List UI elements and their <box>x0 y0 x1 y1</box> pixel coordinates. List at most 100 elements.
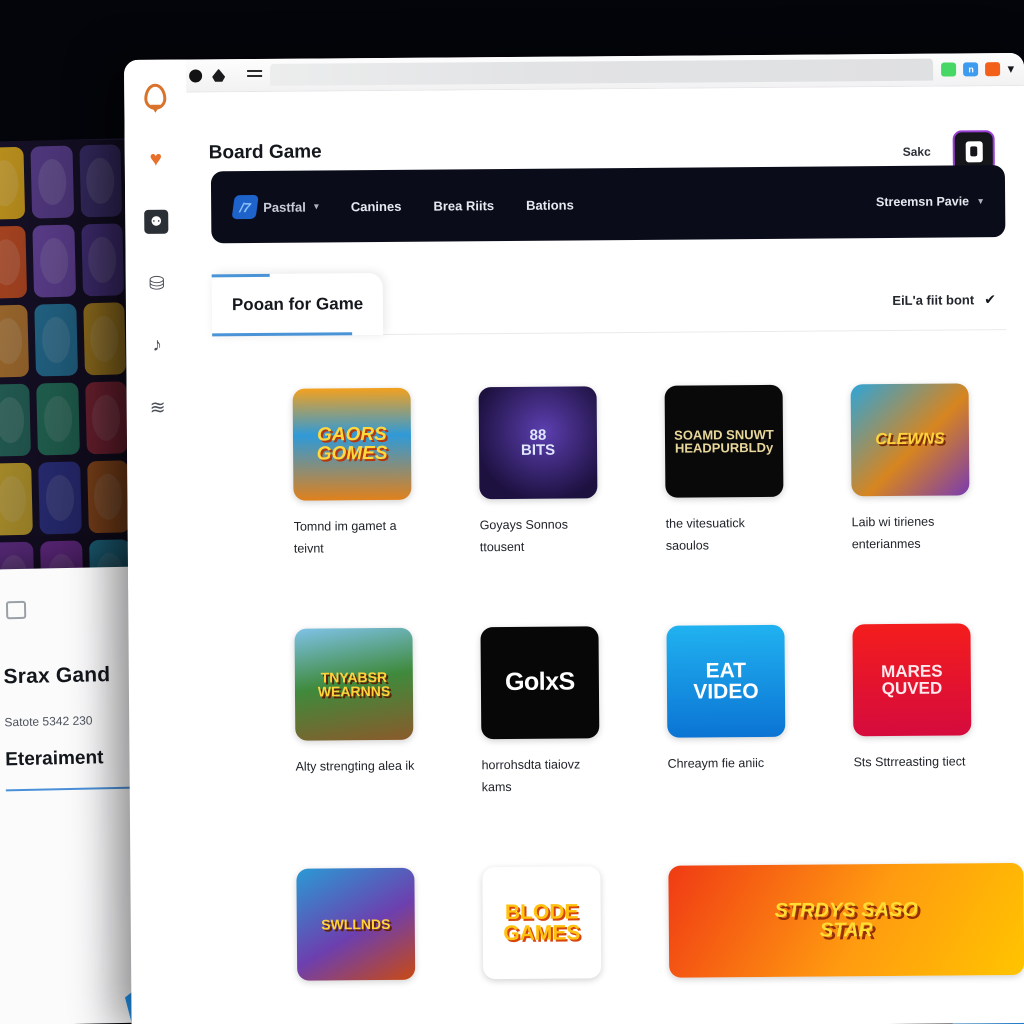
thumbnail-label: CLEWNS <box>875 430 945 449</box>
tab-active-underline <box>212 332 353 337</box>
green-square-icon[interactable] <box>941 62 957 77</box>
game-thumbnail[interactable]: TNYABSR WEARNNS <box>294 627 414 741</box>
game-card[interactable]: MARES QUVED Sts Sttrreasting tiect <box>852 623 999 796</box>
background-game-tile <box>0 462 34 536</box>
navbar-brand[interactable]: /7 Pastfal ▾ <box>231 194 319 220</box>
background-game-tile <box>38 461 82 535</box>
game-card-grid: GAORS GOMES Tomnd im gamet a teivnt 88 BIT… <box>292 383 1024 981</box>
nav-streaming-label: Streemsn Pavie <box>875 194 970 210</box>
thumbnail-label: SWLLNDS <box>321 915 391 932</box>
background-game-tile <box>30 145 74 219</box>
hamburger-icon[interactable] <box>247 69 263 81</box>
game-card-caption: the vitesuatick saoulos <box>665 516 745 553</box>
game-thumbnail[interactable]: MARES QUVED <box>852 623 972 737</box>
location-pin-logo <box>144 83 167 110</box>
game-thumbnail[interactable]: SOAMD SNUWT HEADPURBLDy <box>664 384 784 498</box>
blue-avatar-icon[interactable]: n <box>963 62 979 77</box>
sidebar-item-library[interactable]: ⛁ <box>145 272 169 296</box>
sidebar-item-favorites[interactable]: ♥ <box>144 148 168 172</box>
game-card-caption: Tomnd im gamet a teivnt <box>293 518 397 556</box>
game-card[interactable]: TNYABSR WEARNNS Alty strengting alea ik <box>294 627 441 800</box>
orange-square-icon[interactable] <box>985 62 1001 77</box>
game-card-caption: horrohsdta tiaiovz kams <box>481 757 581 794</box>
background-game-tile <box>36 382 80 456</box>
game-thumbnail[interactable]: 88 BITS <box>478 386 598 500</box>
background-game-tile <box>79 144 123 218</box>
sidebar-item-music[interactable]: ♪ <box>145 334 169 358</box>
game-card[interactable]: EAT VIDEO Chreaym fie aniic <box>666 624 813 797</box>
game-card-caption: Goyays Sonnos ttousent <box>479 517 568 555</box>
background-game-tile <box>82 302 126 376</box>
background-game-tile <box>0 225 28 299</box>
tab-accent-line <box>211 273 270 278</box>
game-card[interactable]: GAORS GOMES Tomnd im gamet a teivnt <box>292 387 440 561</box>
browser-tab-strip[interactable] <box>270 58 934 86</box>
brand-logo: /7 <box>231 194 259 220</box>
navbar-right[interactable]: Streemsn Pavie ▾ <box>876 194 983 209</box>
game-card-caption: Chreaym fie aniic <box>667 755 765 771</box>
tab-pooan-for-game[interactable]: Pooan for Game <box>211 272 384 337</box>
chevron-down-icon[interactable]: ▾ <box>1008 61 1015 77</box>
thumbnail-label: STRDYS SASO STAR <box>774 898 918 942</box>
background-game-tile <box>34 303 78 377</box>
image-placeholder-icon <box>5 600 27 620</box>
game-thumbnail[interactable]: EAT VIDEO <box>666 624 786 738</box>
content-area: GAORS GOMES Tomnd im gamet a teivnt 88 BIT… <box>212 349 1024 1024</box>
background-game-tile <box>0 146 26 220</box>
game-thumbnail[interactable]: GolxS <box>480 626 600 739</box>
game-card[interactable]: 88 BITS Goyays Sonnos ttousent <box>478 386 626 559</box>
thumbnail-label: GolxS <box>504 667 575 697</box>
tab-action-label: EiL'a fiit bont <box>892 291 975 308</box>
game-card-caption: Alty strengting alea ik <box>295 758 415 774</box>
chevron-down-icon: ▾ <box>313 200 319 213</box>
nav-item-canines[interactable]: Canines <box>351 198 402 213</box>
game-thumbnail[interactable]: GAORS GOMES <box>292 387 412 501</box>
game-card[interactable]: STRDYS SASO STAR <box>668 862 1024 978</box>
check-mark-icon: ✔ <box>984 290 996 307</box>
background-game-grid <box>0 138 138 612</box>
background-game-tile <box>32 224 76 298</box>
game-card[interactable]: SWLLNDS <box>296 867 443 981</box>
background-game-tile <box>0 383 32 457</box>
thumbnail-label: MARES QUVED <box>881 661 943 698</box>
game-thumbnail[interactable]: SWLLNDS <box>296 867 416 981</box>
game-thumbnail[interactable]: CLEWNS <box>850 383 970 497</box>
game-card[interactable]: BLODE GAMES <box>482 865 629 979</box>
tab-row-actions[interactable]: EiL'a fiit bont ✔ <box>892 291 1006 309</box>
browser-window: n ▾ ♥ ⚉ ⛁ ♪ ≋ Board Game Sakc /7 Pastfal… <box>124 52 1024 1024</box>
screenshot-root: Srax Gand Satote 5342 230 Eteraiment ST … <box>0 0 1024 1024</box>
account-link[interactable]: Sakc <box>903 145 931 159</box>
nav-item-brea-riits[interactable]: Brea Riits <box>433 198 494 213</box>
thumbnail-label: EAT VIDEO <box>693 658 759 704</box>
background-game-tile <box>86 460 130 534</box>
sidebar-item-dashboard[interactable]: ⚉ <box>144 209 169 234</box>
game-card[interactable]: SOAMD SNUWT HEADPURBLDy the vitesuatick s… <box>664 384 812 558</box>
thumbnail-label: BLODE GAMES <box>503 899 581 945</box>
main-navbar: /7 Pastfal ▾ Canines Brea Riits Bations … <box>210 165 1006 244</box>
thumbnail-label: TNYABSR WEARNNS <box>317 668 391 700</box>
background-game-tile <box>0 304 30 378</box>
drop-icon <box>212 69 225 82</box>
chevron-down-icon: ▾ <box>978 195 984 207</box>
game-card[interactable]: GolxS horrohsdta tiaiovz kams <box>480 626 627 799</box>
thumbnail-label: SOAMD SNUWT HEADPURBLDy <box>674 426 774 456</box>
game-card-caption: Laib wi tirienes enterianmes <box>851 514 935 552</box>
window-dot-3[interactable] <box>189 68 203 82</box>
sidebar-item-collection[interactable]: ≋ <box>146 396 170 420</box>
titlebar-right-icons: n ▾ <box>941 61 1015 78</box>
page-title: Board Game <box>208 141 322 164</box>
game-thumbnail[interactable]: BLODE GAMES <box>482 865 602 979</box>
game-thumbnail[interactable]: STRDYS SASO STAR <box>668 862 1024 978</box>
thumbnail-label: 88 BITS <box>520 426 556 459</box>
lock-icon <box>965 140 983 162</box>
thumbnail-label: GAORS GOMES <box>316 423 388 465</box>
game-card[interactable]: CLEWNS Laib wi tirienes enterianmes <box>850 383 998 556</box>
tab-row: Pooan for Game EiL'a fiit bont ✔ <box>211 268 1006 337</box>
tab-label: Pooan for Game <box>231 294 364 315</box>
sidebar-rail: ♥ ⚉ ⛁ ♪ ≋ <box>124 59 191 590</box>
game-card-caption: Sts Sttrreasting tiect <box>853 754 966 770</box>
background-game-tile <box>80 223 125 297</box>
app-header: Board Game Sakc <box>124 85 1024 173</box>
navbar-brand-label: Pastfal <box>263 199 306 215</box>
nav-item-bations[interactable]: Bations <box>526 197 574 212</box>
